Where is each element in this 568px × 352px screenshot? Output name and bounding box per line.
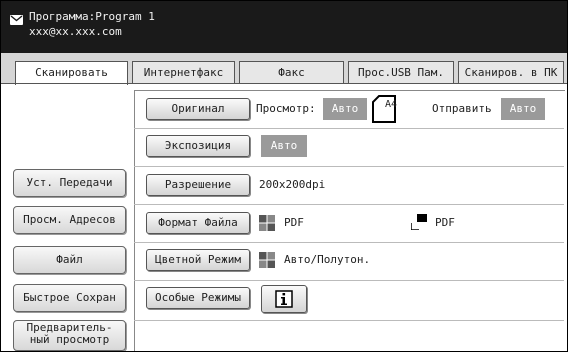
paper-size-value: A4: [385, 99, 398, 110]
file-format-button[interactable]: Формат Файла: [146, 212, 250, 234]
special-modes-info-button[interactable]: [261, 285, 307, 313]
preview-label-line2: ный просмотр: [29, 333, 110, 346]
resolution-value: 200x200dpi: [259, 178, 326, 191]
tab-fax[interactable]: Факс: [239, 61, 344, 83]
resolution-button[interactable]: Разрешение: [146, 174, 250, 196]
preview-mode-value: Авто: [323, 98, 367, 120]
scan-screen: Программа:Program 1 xxx@xx.xxx.com Скани…: [0, 0, 568, 352]
tab-scan-to-pc[interactable]: Сканиров. в ПК: [458, 61, 564, 83]
tab-internet-fax[interactable]: Интернетфакс: [132, 61, 235, 83]
exposure-button[interactable]: Экспозиция: [146, 135, 250, 157]
tab-usb-memory[interactable]: Прос.USB Пам.: [348, 61, 454, 83]
program-name: Программа:Program 1: [29, 10, 155, 23]
program-header: Программа:Program 1 xxx@xx.xxx.com: [1, 1, 567, 53]
mail-icon: [10, 15, 23, 25]
color-mode-button[interactable]: Цветной Режим: [146, 249, 250, 271]
original-button[interactable]: Оригинал: [146, 98, 250, 120]
tab-scan[interactable]: Сканировать: [15, 61, 128, 85]
send-size-label: Отправить: [432, 102, 492, 115]
color-mode-icon: [259, 252, 275, 268]
info-icon: [275, 290, 293, 308]
color-mode-value: Авто/Полутон.: [284, 253, 371, 266]
send-size-value: Авто: [501, 98, 545, 120]
address-review-button[interactable]: Просм. Адресов: [13, 206, 126, 234]
tab-divider: [1, 83, 567, 84]
transmission-settings-button[interactable]: Уст. Передачи: [13, 169, 126, 197]
preview-button[interactable]: Предваритель- ный просмотр: [13, 320, 126, 351]
color-format-icon: [259, 215, 275, 231]
destination-address: xxx@xx.xxx.com: [29, 25, 122, 38]
file-button[interactable]: Файл: [13, 246, 126, 274]
bw-format-icon: [411, 214, 427, 230]
color-file-format: PDF: [284, 216, 304, 229]
quick-save-button[interactable]: Быстрое Сохран: [13, 284, 126, 312]
exposure-value: Авто: [261, 135, 307, 157]
special-modes-button[interactable]: Особые Режимы: [146, 287, 250, 309]
preview-mode-label: Просмотр:: [256, 102, 316, 115]
bw-file-format: PDF: [435, 216, 455, 229]
